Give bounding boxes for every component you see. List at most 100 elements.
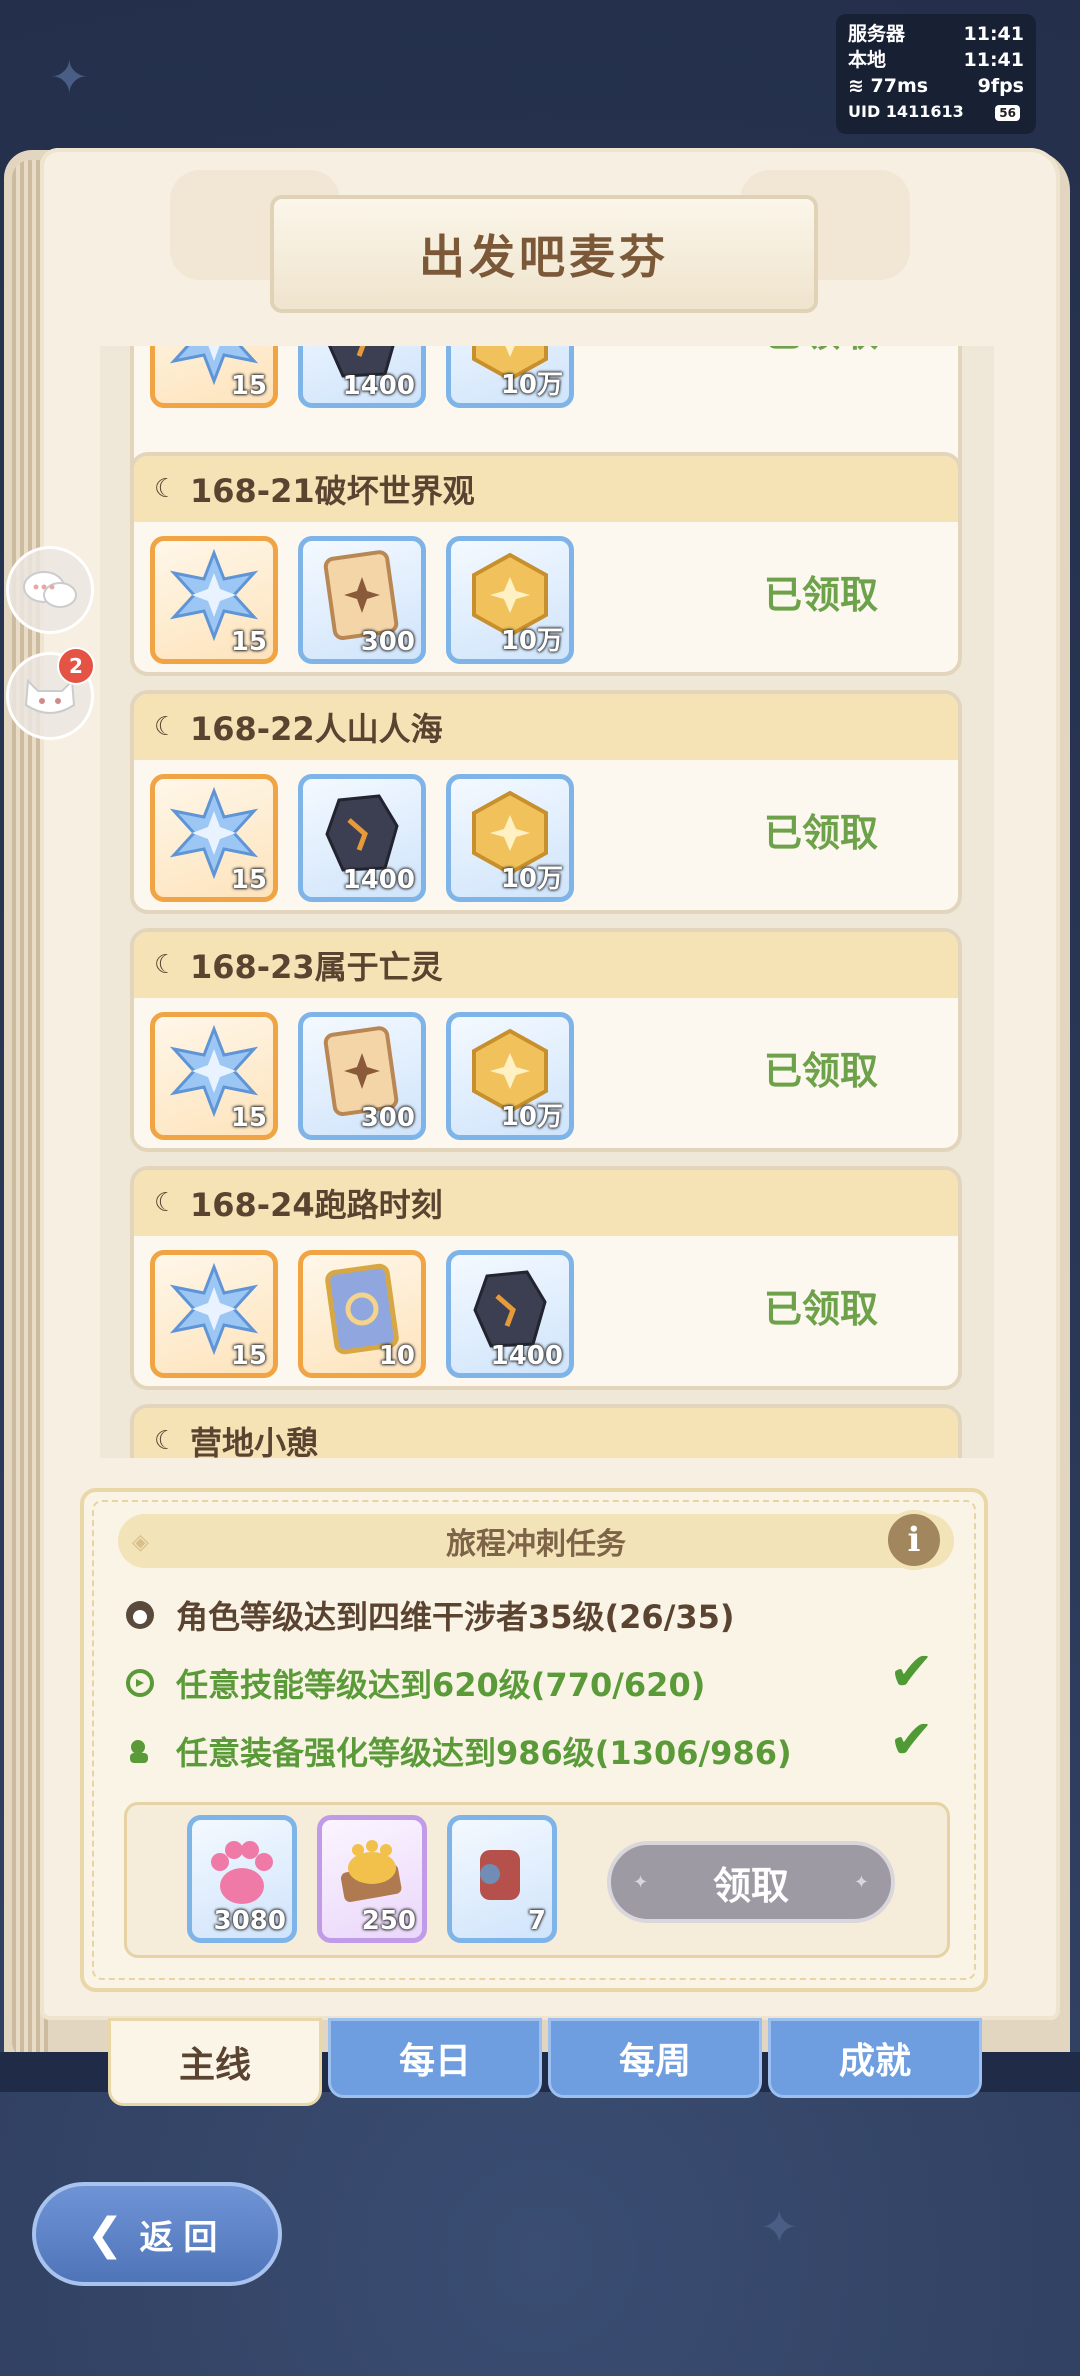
paw-icon	[211, 1841, 273, 1905]
chapter-title: 168-22人山人海	[190, 710, 443, 748]
reward-quantity: 15	[230, 1341, 267, 1371]
reward-item[interactable]: 300	[298, 1012, 426, 1140]
chapter-card-header: ☾ 168-22人山人海	[134, 694, 958, 760]
ping-value: 77ms	[870, 75, 929, 97]
check-icon: ✔	[888, 1708, 934, 1771]
claimed-status: 已领取	[763, 573, 878, 617]
chapter-title: 168-23属于亡灵	[190, 948, 443, 986]
server-time: 11:41	[963, 23, 1024, 45]
sparkle-icon: ✦	[853, 1871, 869, 1893]
task-text: 角色等级达到四维干涉者35级(26/35)	[176, 1598, 735, 1636]
tab-main[interactable]: 主线	[108, 2018, 322, 2106]
reward-quantity: 1400	[342, 865, 415, 895]
reward-item[interactable]: 15	[150, 346, 278, 408]
chapter-card-header: ☾ 168-24跑路时刻	[134, 1170, 958, 1236]
tab-daily[interactable]: 每日	[328, 2018, 542, 2098]
reward-quantity: 1400	[342, 371, 415, 401]
reward-item[interactable]: 1400	[446, 1250, 574, 1378]
claimed-status: 已领取	[763, 811, 878, 855]
info-icon: i	[907, 1520, 921, 1560]
claimed-status: 已领取	[763, 1287, 878, 1331]
reward-item[interactable]: 1400	[298, 774, 426, 902]
local-label: 本地	[848, 49, 887, 71]
reward-quantity: 10万	[500, 370, 563, 400]
check-icon: ✔	[888, 1640, 934, 1703]
task-row: 任意技能等级达到620级(770/620)	[124, 1658, 705, 1708]
reward-quantity: 1400	[490, 1341, 563, 1371]
chapter-title: 168-24跑路时刻	[190, 1186, 443, 1224]
reward-item[interactable]: 10万	[446, 1012, 574, 1140]
mission-title-bar: ◈ 旅程冲刺任务 i	[118, 1510, 954, 1570]
claim-button[interactable]: ✦ 领取 ✦	[607, 1841, 895, 1923]
mission-title: 旅程冲刺任务	[446, 1527, 626, 1562]
reward-row: 15 1400 10万	[150, 346, 574, 408]
item-icon	[480, 1850, 520, 1901]
reward-item[interactable]: 300	[298, 536, 426, 664]
reward-item[interactable]: 1400	[298, 346, 426, 408]
chapter-card-header: ☾ 168-21破坏世界观	[134, 456, 958, 522]
chat-button[interactable]	[6, 546, 94, 634]
chapter-reward-list[interactable]: 15140010万已领取☾168-21破坏世界观1530010万已领取☾168-…	[100, 346, 994, 1458]
reward-item[interactable]: 10万	[446, 536, 574, 664]
reward-item[interactable]: 250	[317, 1815, 427, 1943]
reward-item[interactable]: 15	[150, 774, 278, 902]
reward-quantity: 300	[360, 1103, 415, 1133]
reward-item[interactable]: 15	[150, 1012, 278, 1140]
chapter-card: ☾ 168-21破坏世界观 15 300 10万 已领取	[130, 452, 962, 676]
ore-icon	[325, 794, 399, 872]
reward-row: 15 1400 10万	[150, 774, 574, 902]
reward-quantity: 10万	[500, 864, 563, 894]
reward-item[interactable]: 15	[150, 536, 278, 664]
chapter-card: ☾ 营地小憩	[130, 1404, 962, 1458]
fps-value: 9fps	[977, 75, 1024, 97]
chapter-title: 168-21破坏世界观	[190, 472, 475, 510]
claimed-status: 已领取	[763, 1049, 878, 1093]
chapter-card-header: ☾ 168-23属于亡灵	[134, 932, 958, 998]
reward-item[interactable]: 10万	[446, 346, 574, 408]
back-arrow-icon: ❮	[86, 2208, 124, 2260]
reward-quantity: 10万	[500, 626, 563, 656]
task-text: 任意技能等级达到620级(770/620)	[176, 1666, 706, 1704]
reward-quantity: 15	[230, 865, 267, 895]
star-decoration: ✦	[760, 2200, 799, 2254]
wifi-icon: ≋	[848, 75, 864, 97]
reward-quantity: 10万	[500, 1102, 563, 1132]
reward-item[interactable]: 15	[150, 1250, 278, 1378]
reward-quantity: 250	[361, 1906, 416, 1936]
moon-icon: ☾	[154, 1426, 178, 1456]
reward-item[interactable]: 7	[447, 1815, 557, 1943]
reward-item[interactable]: 3080	[187, 1815, 297, 1943]
sprint-mission-panel: ◈ 旅程冲刺任务 i 角色等级达到四维干涉者35级(26/35) 任意技能等级达…	[80, 1488, 988, 1992]
star-decoration: ✦	[50, 50, 89, 104]
moon-icon: ☾	[154, 474, 178, 504]
chapter-card: ☾ 168-23属于亡灵 15 300 10万 已领取	[130, 928, 962, 1152]
tab-weekly[interactable]: 每周	[548, 2018, 762, 2098]
reward-quantity: 15	[230, 371, 267, 401]
sparkle-icon: ✦	[633, 1871, 649, 1893]
chapter-title: 营地小憩	[190, 1424, 319, 1458]
reward-quantity: 10	[378, 1341, 415, 1371]
task-row: 任意装备强化等级达到986级(1306/986)	[124, 1726, 792, 1776]
task-row: 角色等级达到四维干涉者35级(26/35)	[124, 1590, 735, 1640]
local-time: 11:41	[963, 49, 1024, 71]
skill-icon	[124, 1667, 156, 1699]
chapter-card-header: ☾ 营地小憩	[134, 1408, 958, 1458]
tab-achievements[interactable]: 成就	[768, 2018, 982, 2098]
claim-label: 领取	[712, 1863, 789, 1908]
mission-rewards-bar: 3080 250 7 ✦ 领取 ✦	[124, 1802, 950, 1958]
reward-quantity: 3080	[213, 1906, 286, 1936]
reward-item[interactable]: 10	[298, 1250, 426, 1378]
reward-row: 15 300 10万	[150, 536, 574, 664]
reward-quantity: 15	[230, 627, 267, 657]
reward-quantity: 300	[360, 627, 415, 657]
moon-icon: ☾	[154, 950, 178, 980]
reward-item[interactable]: 10万	[446, 774, 574, 902]
pet-button[interactable]: 2	[6, 647, 95, 740]
back-button[interactable]: ❮ 返回	[32, 2182, 282, 2286]
character-icon	[124, 1599, 156, 1631]
gold-paw-icon	[340, 1840, 402, 1903]
info-button[interactable]: i	[884, 1510, 944, 1570]
chapter-card: ☾ 168-24跑路时刻 15 10 1400 已领取	[130, 1166, 962, 1390]
mission-reward-list[interactable]: 3080 250 7	[187, 1815, 557, 1951]
back-label: 返回	[139, 2217, 228, 2258]
